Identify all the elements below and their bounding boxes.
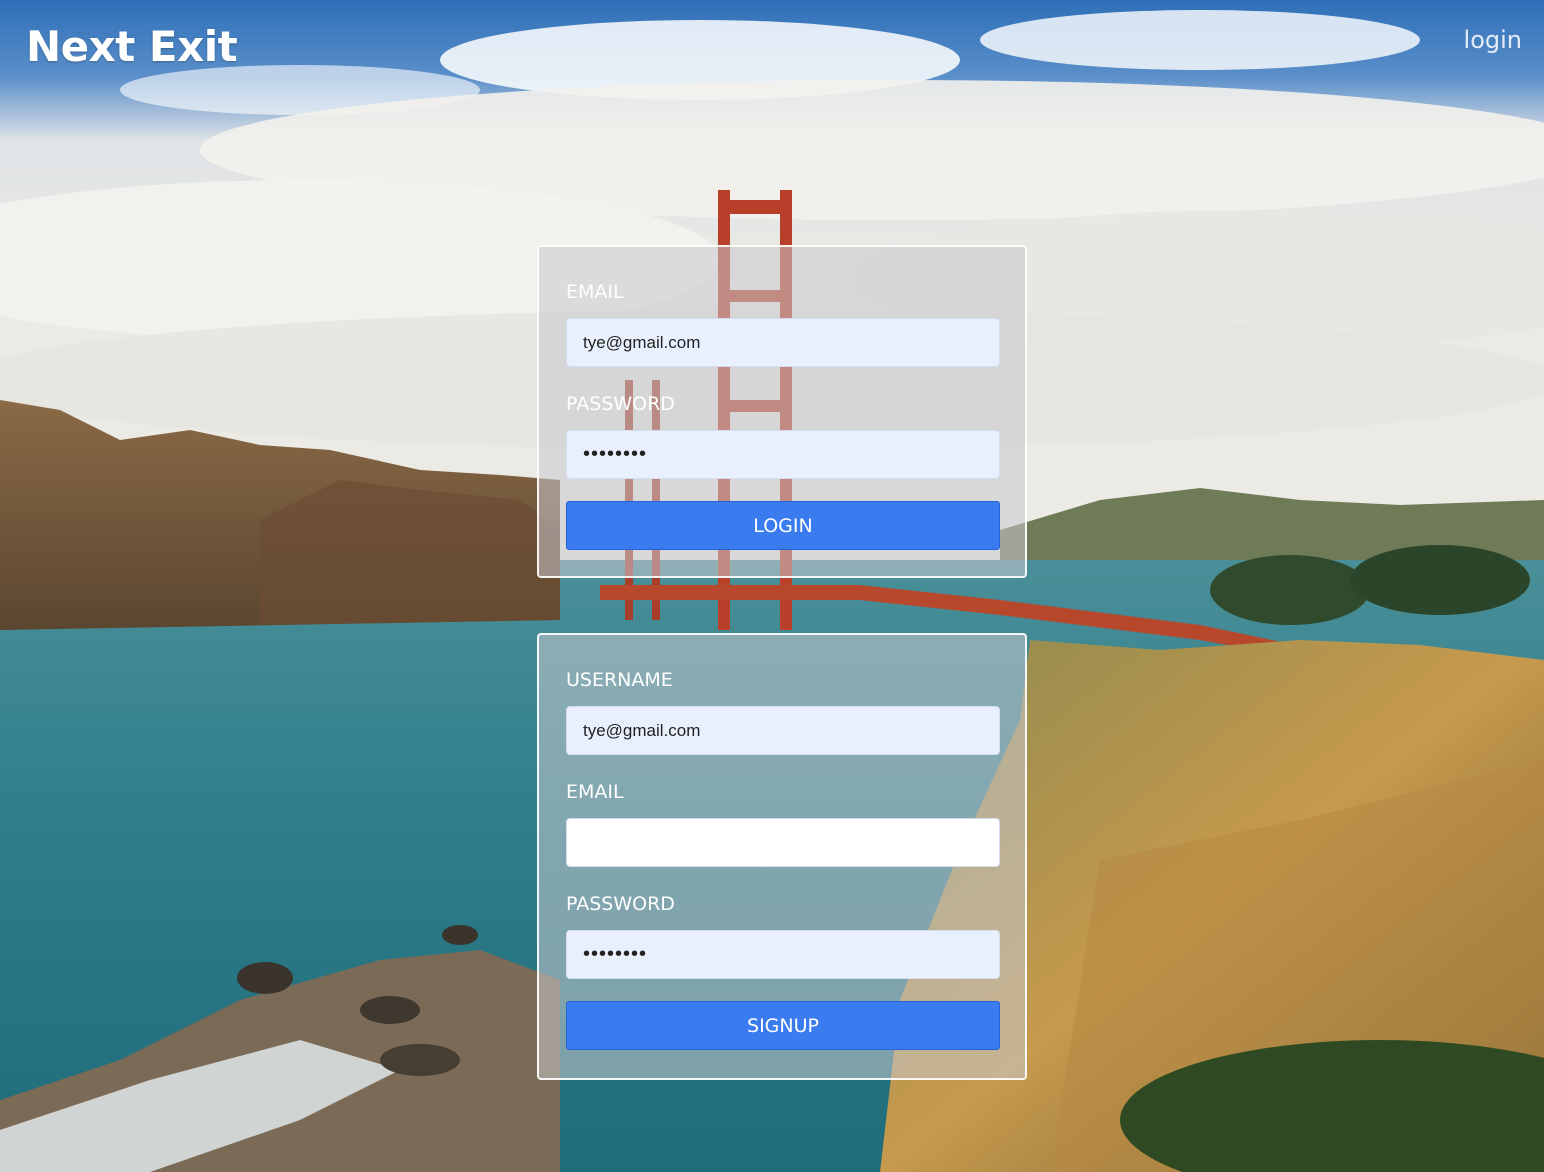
signup-form-card: USERNAME EMAIL PASSWORD SIGNUP bbox=[537, 633, 1027, 1080]
login-password-input[interactable] bbox=[566, 430, 1000, 479]
nav-login-link[interactable]: login bbox=[1464, 26, 1522, 54]
brand-logo-title[interactable]: Next Exit bbox=[26, 22, 238, 71]
signup-email-input[interactable] bbox=[566, 818, 1000, 867]
login-password-label: PASSWORD bbox=[566, 393, 675, 415]
signup-username-label: USERNAME bbox=[566, 669, 673, 691]
signup-button[interactable]: SIGNUP bbox=[566, 1001, 1000, 1050]
login-form-card: EMAIL PASSWORD LOGIN bbox=[537, 245, 1027, 578]
login-email-label: EMAIL bbox=[566, 281, 624, 303]
login-button[interactable]: LOGIN bbox=[566, 501, 1000, 550]
signup-email-label: EMAIL bbox=[566, 781, 624, 803]
signup-username-input[interactable] bbox=[566, 706, 1000, 755]
signup-password-input[interactable] bbox=[566, 930, 1000, 979]
signup-password-label: PASSWORD bbox=[566, 893, 675, 915]
page: Next Exit login EMAIL PASSWORD LOGIN USE… bbox=[0, 0, 1544, 1172]
login-email-input[interactable] bbox=[566, 318, 1000, 367]
